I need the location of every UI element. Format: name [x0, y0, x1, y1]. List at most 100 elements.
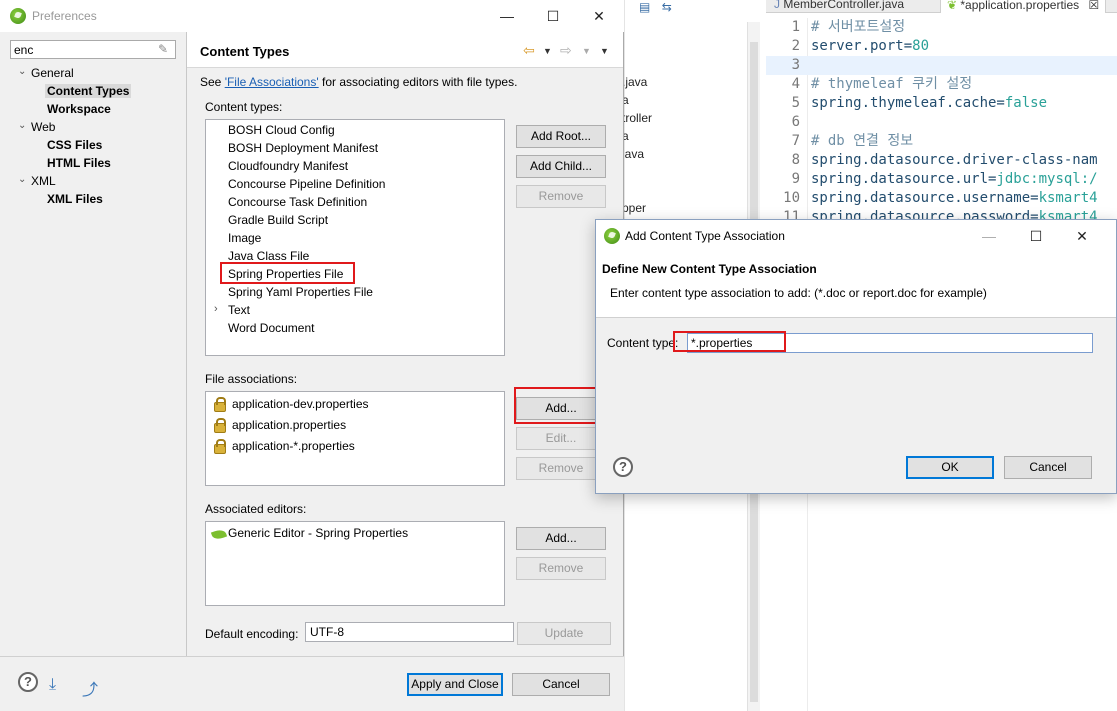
explorer-toolbar: ▤ ⇆ — [639, 0, 680, 14]
edit-file-association-button[interactable]: Edit... — [516, 427, 606, 450]
forward-arrow-icon[interactable]: ⇨ — [560, 42, 572, 59]
tab-close-icon[interactable]: ☒ — [1088, 0, 1099, 12]
add-file-association-button[interactable]: Add... — [516, 397, 606, 420]
content-types-tree[interactable]: BOSH Cloud Config BOSH Deployment Manifes… — [205, 119, 505, 356]
content-type-item[interactable]: Word Document — [228, 321, 314, 335]
code-line: 8 spring.datasource.driver-class-nam — [766, 151, 1117, 170]
collapse-all-icon[interactable]: ▤ — [639, 0, 650, 14]
tree-item-label: Web — [31, 120, 56, 134]
preferences-dialog: Preferences — ☐ ✕ ✎ ⌄ General Content Type… — [0, 0, 624, 711]
file-association-item[interactable]: application.properties — [232, 418, 346, 432]
remove-content-type-button[interactable]: Remove — [516, 185, 606, 208]
link-editor-icon[interactable]: ⇆ — [662, 0, 672, 14]
spring-leaf-icon: ❦ — [947, 0, 961, 12]
line-number: 3 — [791, 57, 800, 73]
minimize-button[interactable]: — — [496, 6, 518, 26]
tab-label: MemberController.java — [783, 0, 905, 11]
remove-file-association-button[interactable]: Remove — [516, 457, 606, 480]
code-line: 1 # 서버포트설정 — [766, 18, 1117, 37]
content-type-item[interactable]: Text — [228, 303, 250, 317]
update-button[interactable]: Update — [517, 622, 611, 645]
see-suffix: for associating editors with file types. — [318, 75, 518, 89]
content-type-item[interactable]: Concourse Task Definition — [228, 195, 367, 209]
line-number: 10 — [783, 190, 800, 206]
clear-filter-icon[interactable]: ✎ — [158, 42, 168, 56]
maximize-button[interactable]: ☐ — [1025, 226, 1047, 246]
tree-item-content-types[interactable]: Content Types — [45, 84, 132, 98]
content-type-item[interactable]: Cloudfoundry Manifest — [228, 159, 348, 173]
expand-chevron-icon[interactable]: ⌄ — [18, 120, 26, 131]
expand-chevron-icon[interactable]: ⌄ — [18, 66, 26, 77]
tree-item-css-files[interactable]: CSS Files — [47, 138, 102, 152]
code-text: # db 연결 정보 — [811, 132, 913, 151]
code-text: spring.thymeleaf.cache=false — [811, 94, 1047, 113]
tree-item-general[interactable]: ⌄ General — [18, 66, 74, 80]
page-title: Content Types — [200, 44, 290, 59]
back-menu-chevron-icon[interactable]: ▼ — [543, 46, 552, 56]
view-menu-icon[interactable]: ▼ — [600, 46, 609, 56]
close-button[interactable]: ✕ — [588, 6, 610, 26]
tree-item-label: XML Files — [47, 192, 103, 206]
expand-chevron-icon[interactable]: ⌄ — [18, 174, 26, 185]
file-association-item[interactable]: application-*.properties — [232, 439, 355, 453]
content-type-item[interactable]: Concourse Pipeline Definition — [228, 177, 385, 191]
file-association-item[interactable]: application-dev.properties — [232, 397, 369, 411]
spring-leaf-icon — [210, 527, 228, 542]
default-encoding-input[interactable] — [305, 622, 514, 642]
tab-member-controller[interactable]: J MemberController.java — [774, 0, 904, 13]
tab-application-properties[interactable]: ❦ *application.properties ☒ — [940, 0, 1107, 13]
import-icon[interactable]: ⤓ — [49, 676, 56, 694]
help-icon[interactable]: ? — [613, 457, 633, 477]
tree-item-label: Workspace — [47, 102, 111, 116]
export-icon[interactable]: ⤴ — [82, 676, 98, 700]
help-icon[interactable]: ? — [18, 672, 38, 692]
tree-fragment: java — [622, 147, 645, 161]
content-type-item[interactable]: Java Class File — [228, 249, 309, 263]
maximize-button[interactable]: ☐ — [542, 6, 564, 26]
editor-tabs: J MemberController.java ❦ *application.p… — [766, 0, 1117, 13]
content-type-item[interactable]: Spring Properties File — [228, 267, 343, 281]
associated-editors-list[interactable]: Generic Editor - Spring Properties — [205, 521, 505, 606]
file-associations-link[interactable]: 'File Associations' — [225, 75, 319, 89]
tree-item-html-files[interactable]: HTML Files — [47, 156, 111, 170]
page-header: Content Types ⇦ ▼ ⇨ ▼ ▼ — [187, 32, 623, 68]
preferences-titlebar: Preferences — ☐ ✕ — [0, 0, 624, 32]
apply-and-close-button[interactable]: Apply and Close — [407, 673, 503, 696]
cancel-button[interactable]: Cancel — [1004, 456, 1092, 479]
content-type-item[interactable]: Spring Yaml Properties File — [228, 285, 373, 299]
tree-item-web[interactable]: ⌄ Web — [18, 120, 56, 134]
minimize-button[interactable]: — — [978, 226, 1000, 246]
list-item[interactable]: Generic Editor - Spring Properties — [228, 526, 408, 540]
spring-app-icon — [10, 8, 26, 24]
back-arrow-icon[interactable]: ⇦ — [523, 42, 535, 59]
java-file-icon: J — [774, 0, 784, 11]
expand-chevron-icon[interactable]: › — [214, 303, 218, 315]
tree-item-xml[interactable]: ⌄ XML — [18, 174, 56, 188]
file-associations-list[interactable]: application-dev.properties application.pr… — [205, 391, 505, 486]
code-token: false — [1004, 95, 1048, 111]
add-root-button[interactable]: Add Root... — [516, 125, 606, 148]
content-type-input[interactable] — [687, 333, 1093, 353]
add-editor-button[interactable]: Add... — [516, 527, 606, 550]
filter-input[interactable] — [10, 40, 176, 59]
remove-editor-button[interactable]: Remove — [516, 557, 606, 580]
tree-item-xml-files[interactable]: XML Files — [47, 192, 103, 206]
add-child-button[interactable]: Add Child... — [516, 155, 606, 178]
code-token: spring.datasource.driver-class-nam — [811, 152, 1098, 168]
forward-menu-chevron-icon[interactable]: ▼ — [582, 46, 591, 56]
line-number: 4 — [791, 76, 800, 92]
tree-item-workspace[interactable]: Workspace — [47, 102, 111, 116]
content-type-item[interactable]: BOSH Deployment Manifest — [228, 141, 378, 155]
code-line: 10 spring.datasource.username=ksmart4 — [766, 189, 1117, 208]
tree-fragment: pper — [622, 201, 647, 215]
window-title: Add Content Type Association — [625, 229, 785, 243]
content-type-item[interactable]: Image — [228, 231, 261, 245]
line-number: 7 — [791, 133, 800, 149]
cancel-button[interactable]: Cancel — [512, 673, 610, 696]
content-type-item[interactable]: Gradle Build Script — [228, 213, 328, 227]
ok-button[interactable]: OK — [906, 456, 994, 479]
close-button[interactable]: ✕ — [1071, 226, 1093, 246]
code-text: # 서버포트설정 — [811, 18, 905, 37]
code-token: # 서버포트설정 — [811, 19, 906, 35]
content-type-item[interactable]: BOSH Cloud Config — [228, 123, 335, 137]
